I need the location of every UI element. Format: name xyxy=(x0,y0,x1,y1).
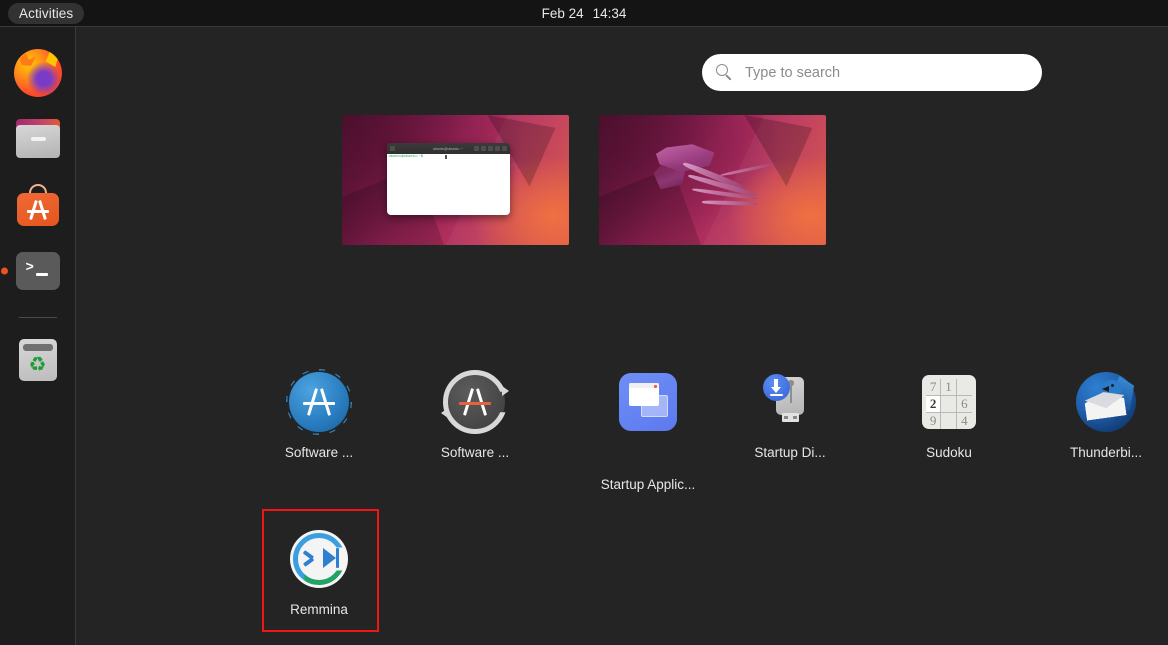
sudoku-cell: 6 xyxy=(956,396,972,413)
search-icon xyxy=(716,64,733,81)
sudoku-icon: 7 1 2 6 9 4 xyxy=(917,370,981,434)
trash-icon: ♻ xyxy=(18,339,57,381)
firefox-icon xyxy=(13,49,62,97)
gnome-activities-overview: Activities Feb 24 14:34 > ♻ Type to sear… xyxy=(0,0,1168,645)
sudoku-cell: 9 xyxy=(926,413,942,429)
thunderbird-icon xyxy=(1074,370,1138,434)
app-grid: Software ... Software ... Startup Applic… xyxy=(76,340,1168,645)
sudoku-cell: 7 xyxy=(926,379,942,396)
app-startup-applications[interactable]: Startup Applic... xyxy=(580,370,716,492)
sudoku-cell: 2 xyxy=(926,396,942,413)
app-sudoku[interactable]: 7 1 2 6 9 4 Sudoku xyxy=(881,370,1017,460)
sudoku-grid: 7 1 2 6 9 4 xyxy=(926,379,972,429)
remmina-icon xyxy=(287,527,351,591)
window-titlebar: ubuntu@ubuntu: ~ xyxy=(386,143,510,154)
clock-date[interactable]: Feb 24 xyxy=(542,6,584,21)
window-controls xyxy=(473,146,507,151)
top-bar: Activities Feb 24 14:34 xyxy=(0,0,1168,27)
app-label: Thunderbi... xyxy=(1069,445,1143,460)
dock-item-files[interactable] xyxy=(14,115,62,163)
startup-disk-creator-icon xyxy=(758,370,822,434)
running-indicator-dot xyxy=(0,267,8,275)
window-content: ubuntu@ubuntu:~$ xyxy=(386,154,510,215)
workspace-thumbnails: ubuntu@ubuntu: ~ ubuntu@ubuntu:~$ xyxy=(0,115,1168,248)
clock-time[interactable]: 14:34 xyxy=(593,6,627,21)
app-software-updates[interactable]: Software ... xyxy=(251,369,387,460)
search-input[interactable]: Type to search xyxy=(702,54,1042,91)
sudoku-cell xyxy=(956,379,972,396)
app-thunderbird[interactable]: Thunderbi... xyxy=(1038,370,1168,460)
workspace-thumbnail-2[interactable] xyxy=(599,115,826,245)
activities-label: Activities xyxy=(19,6,74,21)
hamburger-icon xyxy=(389,146,395,151)
app-label: Remmina xyxy=(290,602,348,617)
sudoku-cell: 4 xyxy=(961,413,968,428)
terminal-icon: > xyxy=(15,252,60,290)
dock-item-terminal[interactable]: > xyxy=(0,247,62,295)
wallpaper xyxy=(599,115,826,245)
sudoku-cell xyxy=(941,413,957,429)
software-updater-icon xyxy=(441,370,509,434)
clock: Feb 24 14:34 xyxy=(0,0,1168,27)
terminal-prompt: ubuntu@ubuntu:~$ xyxy=(388,155,424,159)
ubuntu-software-icon xyxy=(16,184,59,226)
app-label: Software ... xyxy=(440,445,510,460)
app-label: Startup Applic... xyxy=(600,477,696,492)
software-updates-icon xyxy=(286,369,352,435)
app-remmina[interactable]: Remmina xyxy=(251,527,387,617)
app-label: Startup Di... xyxy=(754,445,826,460)
dock: > ♻ xyxy=(0,27,76,645)
sudoku-cell: 1 xyxy=(941,379,957,396)
app-software-updater[interactable]: Software ... xyxy=(407,370,543,460)
window-title: ubuntu@ubuntu: ~ xyxy=(433,146,463,151)
terminal-cursor xyxy=(444,155,448,160)
workspace-window-terminal[interactable]: ubuntu@ubuntu: ~ ubuntu@ubuntu:~$ xyxy=(386,143,510,215)
workspace-thumbnail-1[interactable]: ubuntu@ubuntu: ~ ubuntu@ubuntu:~$ xyxy=(342,115,569,245)
sudoku-cell xyxy=(941,396,957,413)
app-startup-disk-creator[interactable]: Startup Di... xyxy=(722,370,858,460)
app-label: Sudoku xyxy=(926,445,972,460)
activities-button[interactable]: Activities xyxy=(8,3,85,24)
dock-separator xyxy=(18,317,57,318)
jellyfish-graphic xyxy=(653,141,780,222)
files-folder-icon xyxy=(15,119,60,159)
dock-item-trash[interactable]: ♻ xyxy=(14,336,62,384)
dock-item-firefox[interactable] xyxy=(13,49,62,97)
app-label: Software ... xyxy=(284,445,354,460)
dock-item-ubuntu-software[interactable] xyxy=(14,181,62,229)
startup-applications-icon xyxy=(616,370,680,434)
search-placeholder: Type to search xyxy=(745,64,841,81)
